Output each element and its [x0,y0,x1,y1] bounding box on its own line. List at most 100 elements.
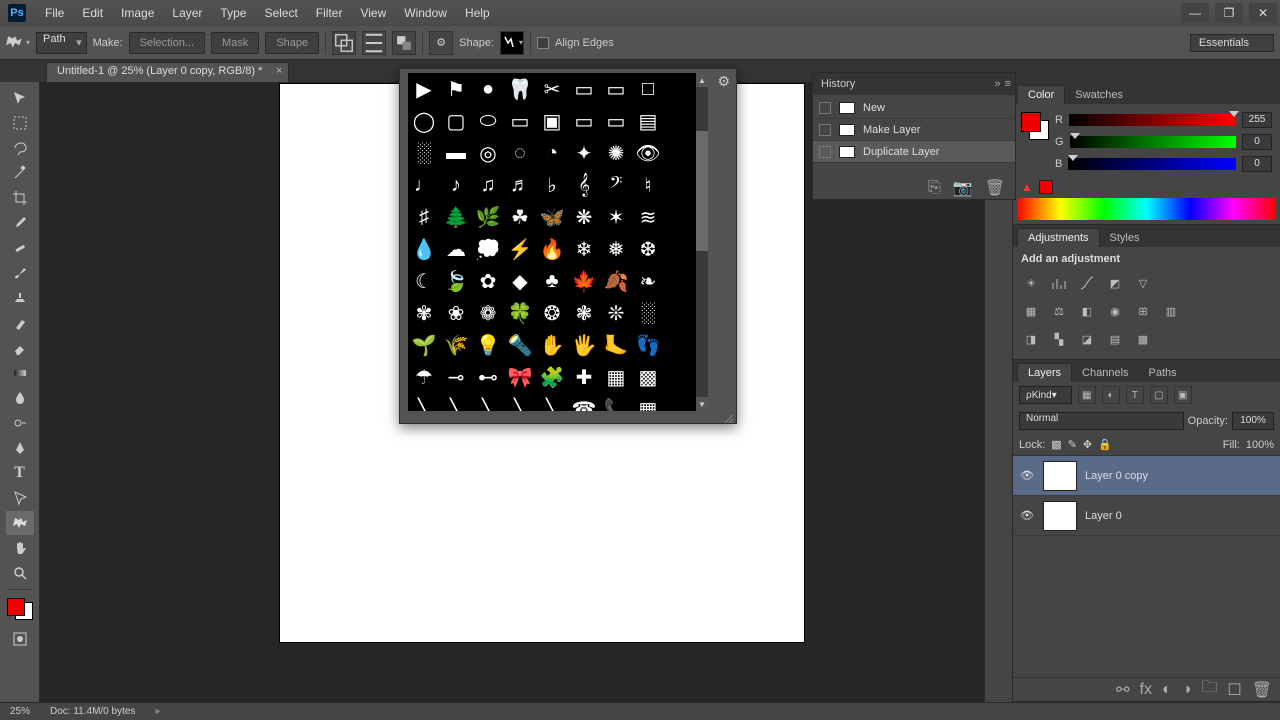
shape-thumbnail[interactable]: ▤ [632,105,664,137]
path-operations-icon[interactable] [332,31,356,55]
shape-thumbnail[interactable]: 💧 [408,233,440,265]
invert-icon[interactable]: ◨ [1021,329,1041,349]
shape-picker-scrollbar[interactable]: ▲ ▼ [696,73,708,411]
dodge-tool[interactable] [6,411,34,435]
layer-row[interactable]: 👁Layer 0 [1013,496,1280,536]
out-of-gamut-swatch[interactable] [1039,180,1053,194]
menu-help[interactable]: Help [456,6,499,20]
filter-smart-icon[interactable]: ▣ [1174,386,1192,404]
shape-thumbnail[interactable]: 🦶 [600,329,632,361]
menu-type[interactable]: Type [211,6,255,20]
pen-tool[interactable] [6,436,34,460]
shape-thumbnail[interactable]: ▶ [408,73,440,105]
shape-thumbnail[interactable]: ▭ [568,105,600,137]
blur-tool[interactable] [6,386,34,410]
menu-window[interactable]: Window [395,6,456,20]
shape-thumbnail[interactable]: 👁 [632,137,664,169]
color-balance-icon[interactable]: ⚖ [1049,301,1069,321]
shape-thumbnail[interactable]: ❂ [536,297,568,329]
shape-thumbnail[interactable]: ♪ [440,169,472,201]
history-brush-tool[interactable] [6,311,34,335]
menu-edit[interactable]: Edit [73,6,112,20]
shape-thumbnail[interactable]: ≋ [632,201,664,233]
shape-thumbnail[interactable]: 💡 [472,329,504,361]
filter-adjustment-icon[interactable]: ◐ [1102,386,1120,404]
shape-thumbnail[interactable]: 🌿 [472,201,504,233]
align-edges-checkbox[interactable] [537,37,549,49]
color-spectrum[interactable] [1017,198,1276,220]
shape-thumbnail[interactable]: 𝄞 [568,169,600,201]
selective-color-icon[interactable]: ▩ [1133,329,1153,349]
layer-style-icon[interactable]: fx [1140,681,1152,699]
shape-thumbnail[interactable]: ❋ [568,201,600,233]
panel-collapse-icon[interactable]: » [994,78,1000,90]
menu-file[interactable]: File [36,6,73,20]
shape-thumbnail[interactable]: ▭ [600,73,632,105]
menu-view[interactable]: View [351,6,395,20]
shape-thumbnail[interactable]: ⚡ [504,233,536,265]
r-value[interactable]: 255 [1242,112,1272,128]
move-tool[interactable] [6,86,34,110]
shape-thumbnail[interactable]: ❅ [600,233,632,265]
shape-thumbnail[interactable]: ⊸ [440,361,472,393]
shape-thumbnail[interactable]: ✂ [536,73,568,105]
shape-thumbnail[interactable]: ✿ [472,265,504,297]
shape-thumbnail[interactable]: ❊ [600,297,632,329]
gradient-map-icon[interactable]: ▤ [1105,329,1125,349]
workspace-select[interactable]: Essentials [1190,34,1274,52]
snapshot-icon[interactable]: 📷 [953,178,973,198]
link-layers-icon[interactable]: ⚯ [1116,680,1129,700]
zoom-level[interactable]: 25% [10,706,30,717]
history-item[interactable]: Make Layer [813,119,1015,141]
resize-handle-icon[interactable] [724,411,734,421]
tab-swatches[interactable]: Swatches [1065,86,1133,104]
shape-thumbnail[interactable]: 🍃 [440,265,472,297]
shape-thumbnail[interactable]: ☘ [504,201,536,233]
blend-mode-select[interactable]: Normal [1019,412,1184,430]
shape-thumbnail[interactable]: ▬ [440,137,472,169]
tab-channels[interactable]: Channels [1072,364,1138,382]
shape-thumbnail[interactable]: ☎ [568,393,600,411]
filter-shape-icon[interactable]: ▢ [1150,386,1168,404]
g-slider[interactable] [1070,136,1236,148]
menu-filter[interactable]: Filter [307,6,352,20]
levels-icon[interactable] [1049,273,1069,293]
delete-state-icon[interactable]: 🗑 [985,178,1005,198]
shape-thumbnail[interactable]: ❁ [472,297,504,329]
path-alignment-icon[interactable] [362,31,386,55]
shape-thumbnail[interactable]: 🦷 [504,73,536,105]
layer-filter-kind[interactable]: ρ Kind ▾ [1019,386,1072,404]
color-foreground-background[interactable] [1021,112,1049,140]
shape-thumbnail[interactable]: ▩ [632,361,664,393]
b-value[interactable]: 0 [1242,156,1272,172]
shape-thumbnail[interactable]: ▢ [440,105,472,137]
new-layer-icon[interactable]: ☐ [1227,680,1241,700]
shape-thumbnail[interactable]: ❧ [632,265,664,297]
lock-pixels-icon[interactable]: ✎ [1068,438,1077,451]
shape-thumbnail[interactable]: ♩ [408,169,440,201]
shape-thumbnail[interactable]: ▭ [504,105,536,137]
shape-thumbnail[interactable]: ✺ [600,137,632,169]
shape-picker-menu-icon[interactable]: ⚙ [717,73,730,90]
path-arrangement-icon[interactable] [392,31,416,55]
vibrance-icon[interactable]: ▽ [1133,273,1153,293]
history-item[interactable]: New [813,97,1015,119]
shape-thumbnail[interactable]: 🔥 [536,233,568,265]
shape-thumbnail[interactable]: ♬ [504,169,536,201]
color-lookup-icon[interactable]: ▥ [1161,301,1181,321]
brush-tool[interactable] [6,261,34,285]
healing-brush-tool[interactable] [6,236,34,260]
curves-icon[interactable] [1077,273,1097,293]
window-close[interactable]: ✕ [1249,3,1277,23]
custom-shape-tool[interactable] [6,511,34,535]
shape-thumbnail[interactable]: ☾ [408,265,440,297]
shape-thumbnail[interactable]: ♣ [536,265,568,297]
shape-thumbnail[interactable]: 🌲 [440,201,472,233]
shape-thumbnail[interactable]: ♯ [408,201,440,233]
filter-pixel-icon[interactable]: ▦ [1078,386,1096,404]
create-document-from-state-icon[interactable]: ⎘ [928,179,941,197]
shape-mode-select[interactable]: Path▾ [36,32,87,54]
shape-thumbnail[interactable]: 🔦 [504,329,536,361]
shape-thumbnail[interactable]: ♭ [536,169,568,201]
shape-thumbnail[interactable]: ✋ [536,329,568,361]
